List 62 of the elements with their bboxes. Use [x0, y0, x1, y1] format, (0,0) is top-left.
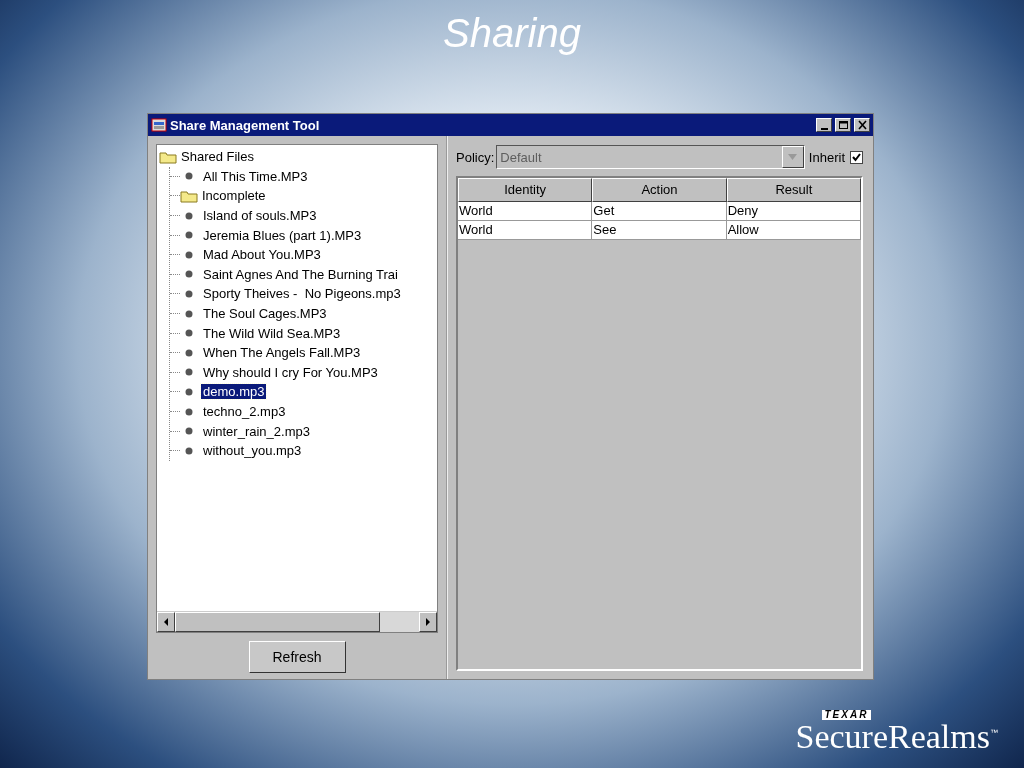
caret-icon [788, 154, 798, 160]
tree-item[interactable]: Sporty Theives - No Pigeons.mp3 [201, 286, 403, 302]
bullet-icon [185, 368, 193, 377]
tree-item[interactable]: All This Time.MP3 [201, 168, 310, 184]
horizontal-scrollbar[interactable] [157, 611, 437, 632]
minimize-button[interactable] [816, 118, 832, 132]
tree-item[interactable]: Mad About You.MP3 [201, 247, 323, 263]
tree-item[interactable]: Saint Agnes And The Burning Trai [201, 266, 400, 282]
inherit-label: Inherit [808, 149, 845, 165]
table-cell: World [458, 221, 593, 240]
tree-item[interactable]: without_you.mp3 [201, 443, 304, 459]
bullet-icon [185, 387, 193, 396]
bullet-icon [185, 309, 193, 318]
tree-item[interactable]: winter_rain_2.mp3 [201, 423, 312, 439]
tree-item[interactable]: Island of souls.MP3 [201, 208, 319, 224]
inherit-checkbox[interactable] [850, 150, 863, 164]
bullet-icon [185, 348, 193, 357]
bullet-icon [185, 329, 193, 338]
column-header[interactable]: Result [726, 178, 861, 202]
tree-item[interactable]: Shared Files [179, 149, 256, 165]
logo-text: SecureRealms [795, 720, 990, 754]
app-icon [151, 117, 167, 133]
close-icon [856, 120, 868, 130]
bullet-icon [185, 250, 193, 259]
close-button[interactable] [854, 118, 870, 132]
maximize-button[interactable] [835, 118, 851, 132]
slide-title: Sharing [443, 10, 581, 57]
refresh-button[interactable]: Refresh [248, 641, 346, 673]
window-title: Share Management Tool [170, 117, 321, 133]
tree-item[interactable]: Jeremia Blues (part 1).MP3 [201, 227, 364, 243]
minimize-icon [820, 127, 828, 130]
bullet-icon [185, 289, 193, 298]
scroll-thumb[interactable] [175, 612, 380, 632]
tree-item[interactable]: Why should I cry For You.MP3 [201, 364, 380, 380]
bullet-icon [185, 407, 193, 416]
tree-item[interactable]: The Soul Cages.MP3 [201, 306, 329, 322]
table-cell: Allow [726, 221, 861, 240]
trademark-mark: ™ [990, 728, 998, 737]
bullet-icon [185, 231, 193, 240]
folder-icon [159, 149, 177, 164]
maximize-icon [837, 120, 849, 130]
bullet-icon [185, 446, 193, 455]
scroll-left-icon[interactable] [157, 612, 175, 632]
bullet-icon [185, 427, 193, 436]
table-cell: World [458, 202, 593, 221]
bullet-icon [185, 211, 193, 220]
logo-badge: TEXAR [821, 710, 872, 720]
scroll-right-icon[interactable] [419, 612, 437, 632]
tree-item[interactable]: Incomplete [200, 188, 268, 204]
column-header[interactable]: Action [592, 178, 727, 202]
table-cell: Get [592, 202, 727, 221]
table-cell: Deny [726, 202, 861, 221]
tree-item[interactable]: The Wild Wild Sea.MP3 [201, 325, 343, 341]
tree-item[interactable]: demo.mp3 [201, 384, 267, 400]
policy-label: Policy: [456, 149, 495, 165]
column-header[interactable]: Identity [458, 178, 593, 202]
table-cell: See [592, 221, 727, 240]
tree-item[interactable]: When The Angels Fall.MP3 [201, 345, 363, 361]
folder-icon [180, 189, 198, 203]
tree-item[interactable]: techno_2.mp3 [201, 404, 288, 419]
bullet-icon [185, 172, 193, 181]
bullet-icon [185, 270, 193, 279]
